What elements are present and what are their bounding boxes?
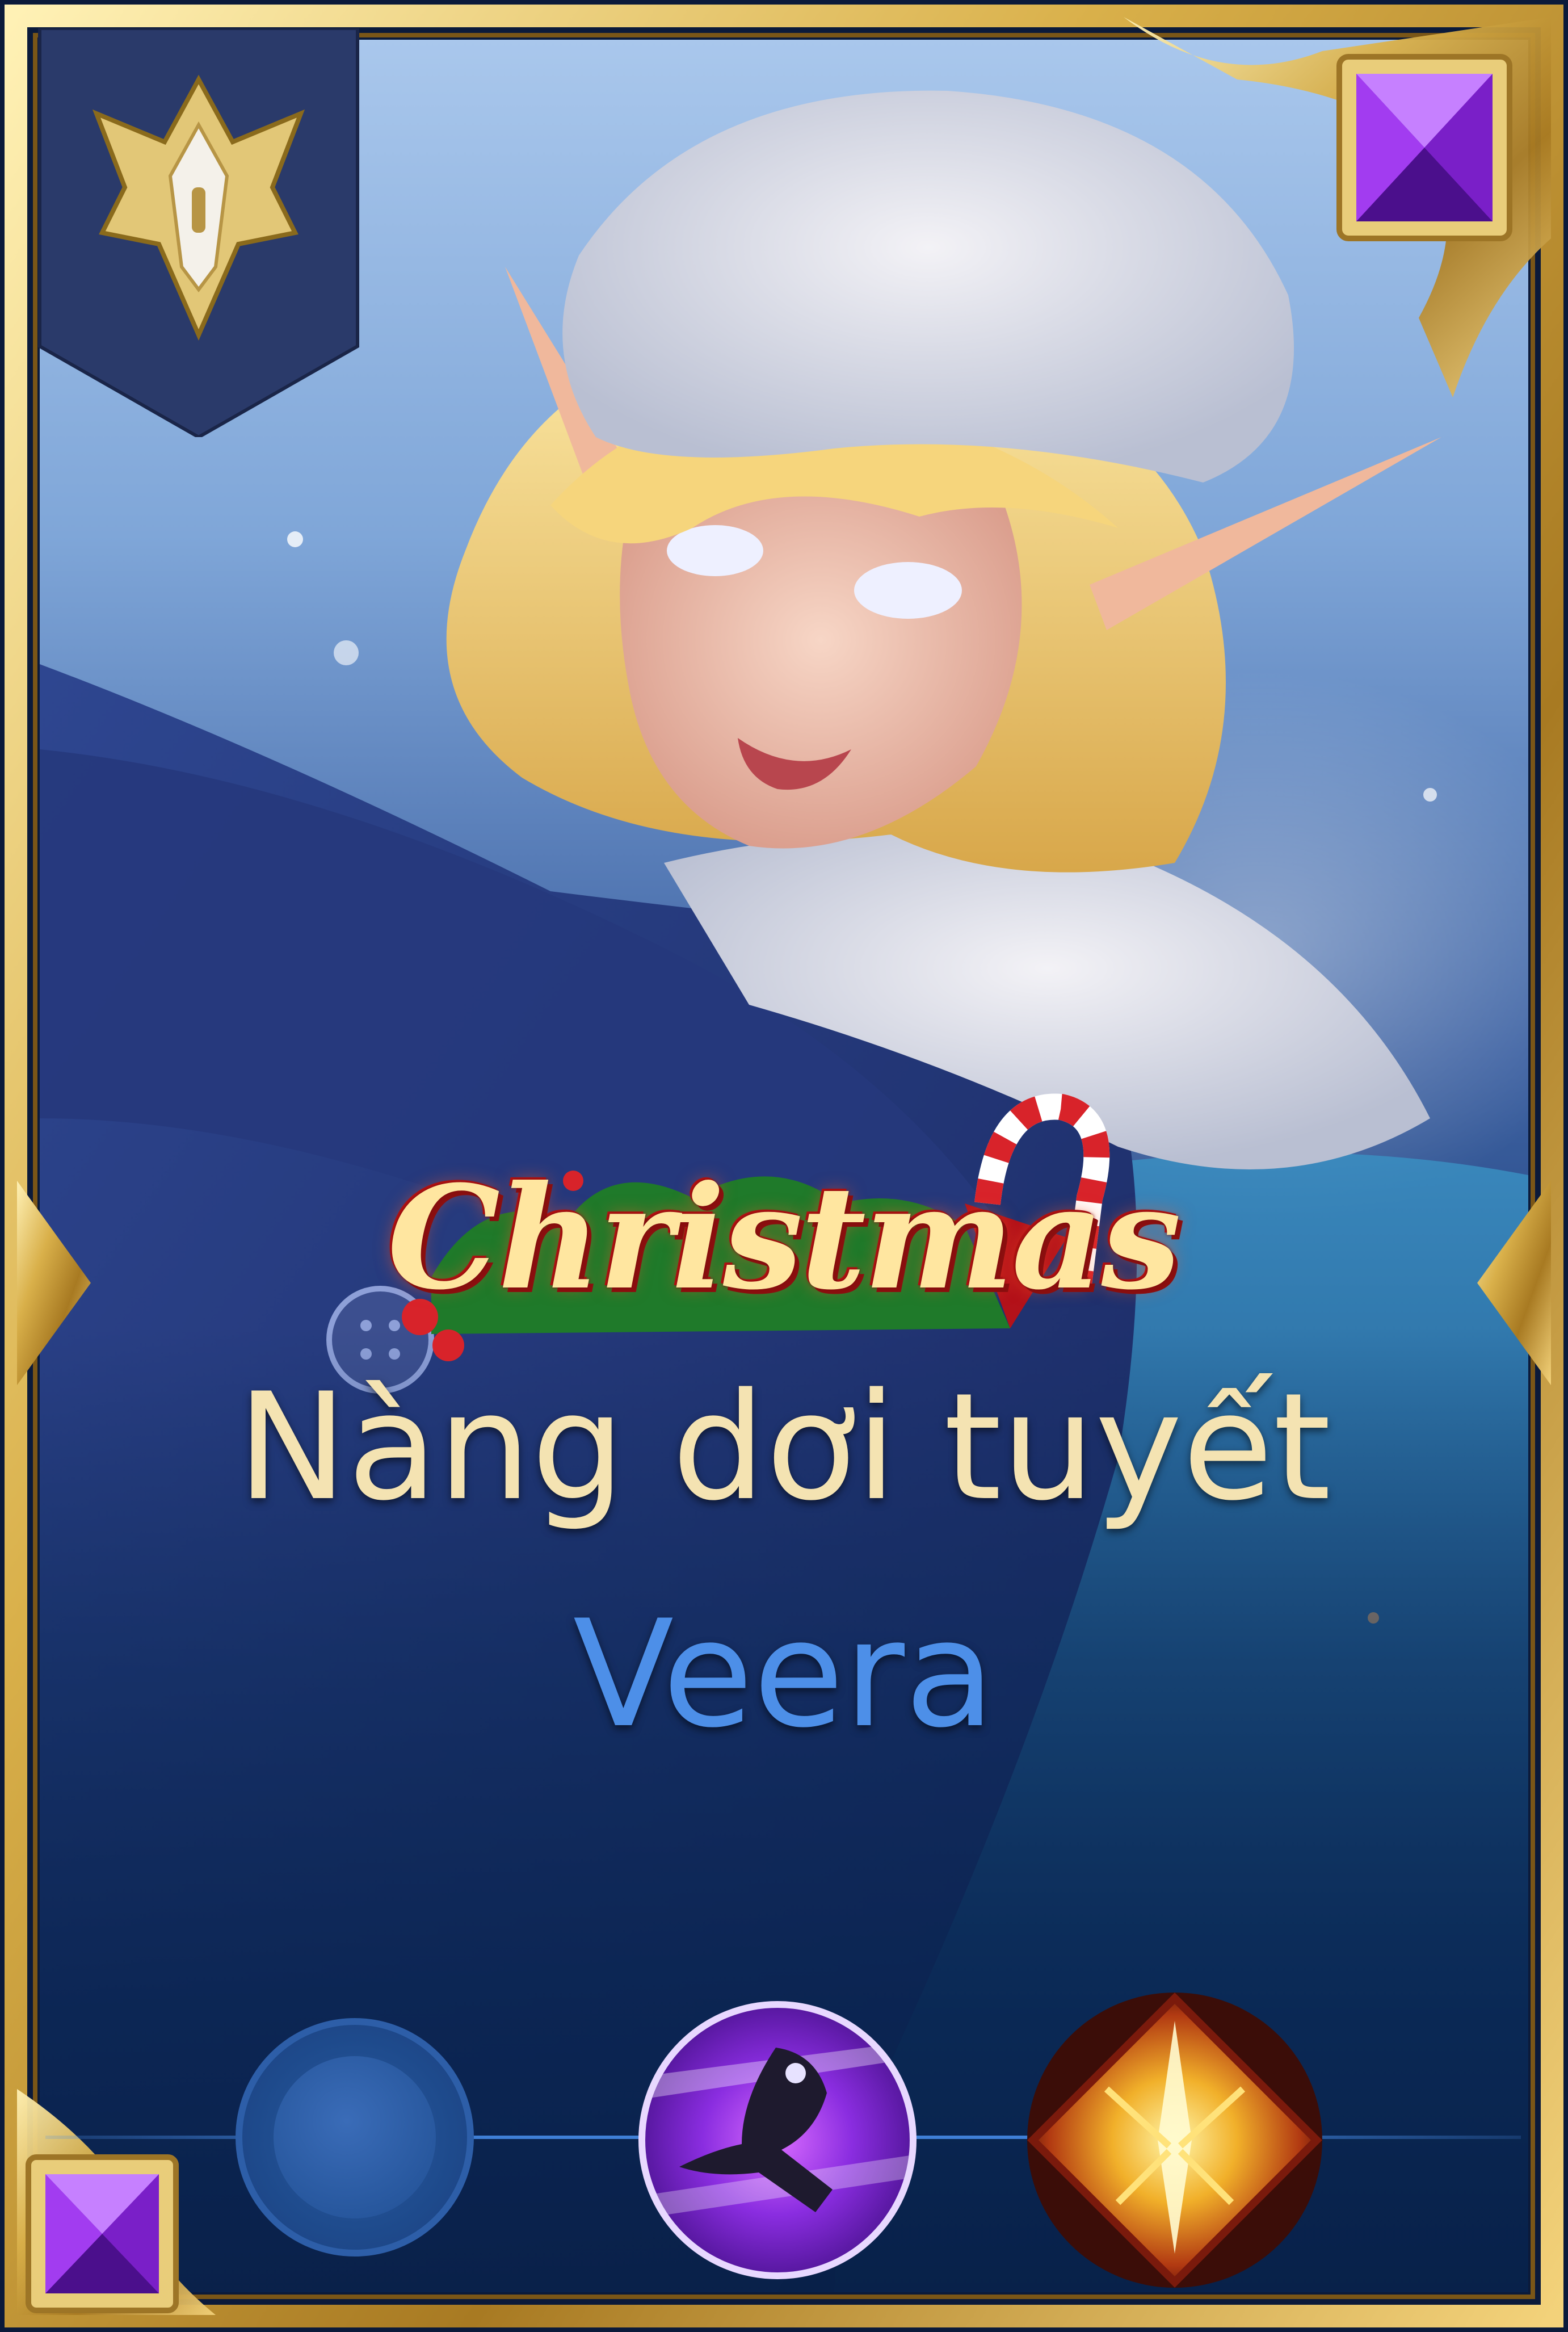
event-logo: Christmas [387, 1090, 1182, 1385]
skin-name: Nàng dơi tuyết [237, 1362, 1331, 1533]
hero-name: Veera [573, 1589, 995, 1760]
event-logo-text: Christmas [387, 1154, 1182, 1321]
skin-card: Christmas Nàng dơi tuyết Veera [0, 0, 1568, 2332]
purple-gem-icon [26, 2154, 179, 2313]
rank-banner [38, 28, 359, 437]
hero-skill-icon [645, 2042, 910, 2218]
summoner-spell-icon[interactable] [1021, 1987, 1328, 2293]
hero-skill-slot[interactable] [638, 2001, 917, 2279]
empty-slot-icon [274, 2056, 436, 2218]
purple-gem-icon [1336, 54, 1512, 241]
empty-skill-slot[interactable] [236, 2018, 474, 2256]
